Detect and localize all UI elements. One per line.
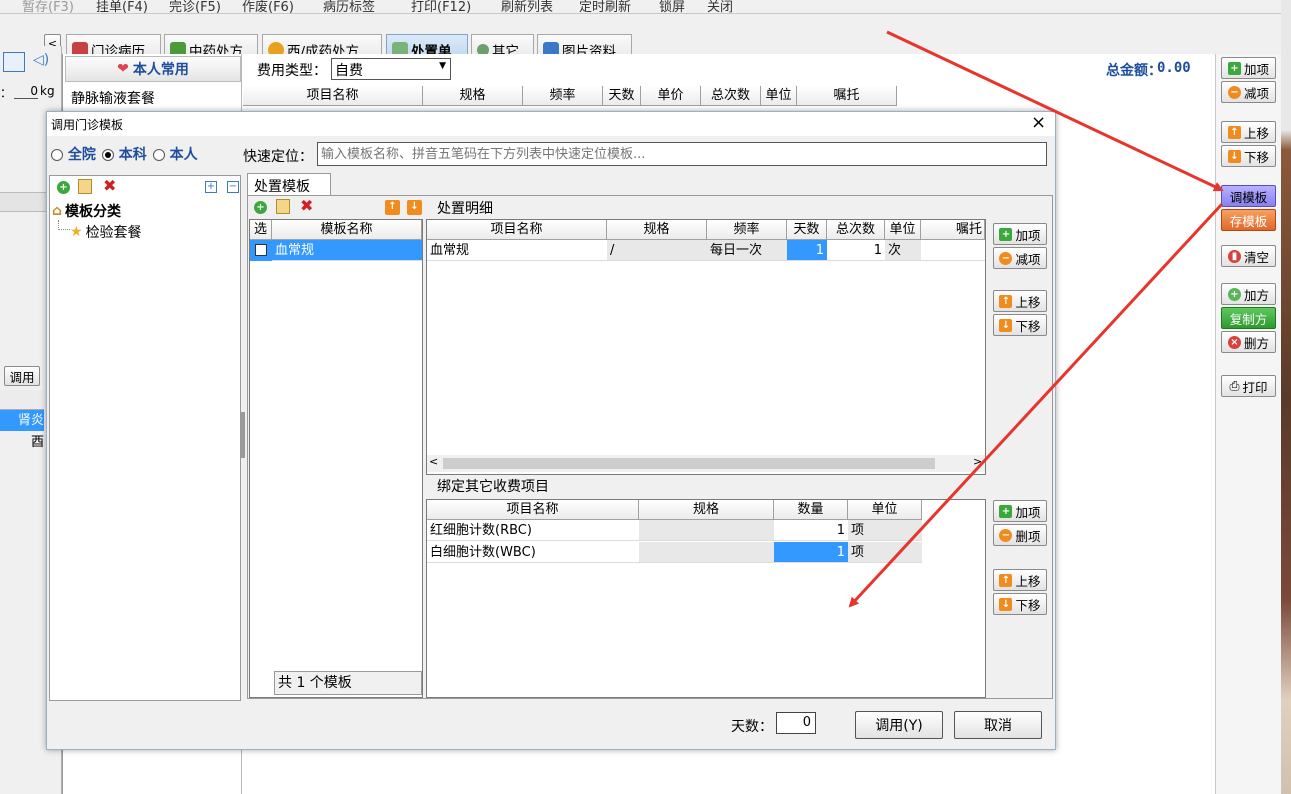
annotation-arrows xyxy=(848,30,1224,608)
arrow-to-call-template xyxy=(886,30,1224,192)
arrow-to-bind-grid xyxy=(848,202,1224,608)
